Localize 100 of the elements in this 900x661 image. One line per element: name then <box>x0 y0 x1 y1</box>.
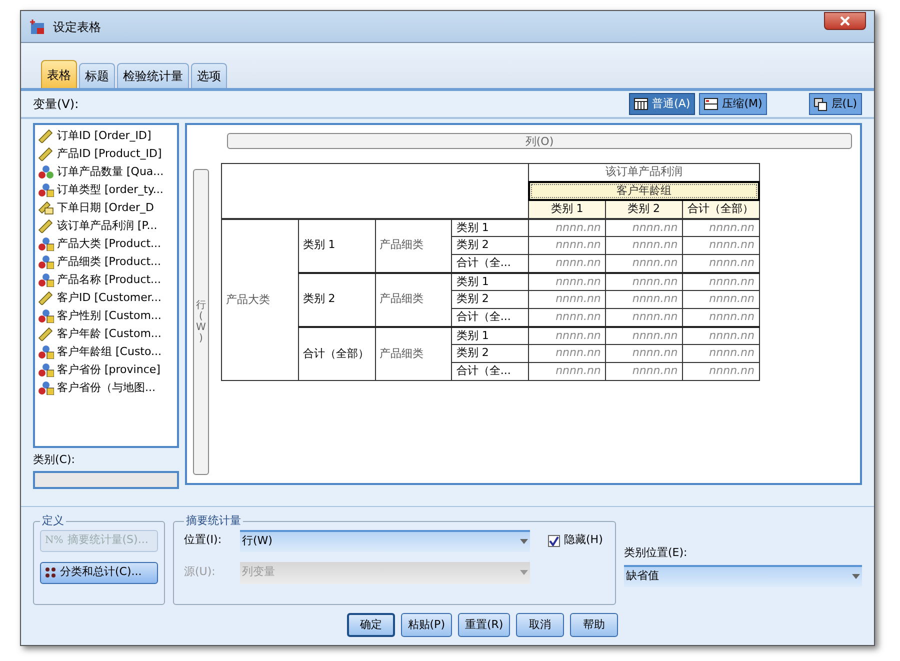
table-cell: nnnn.nn <box>605 344 682 362</box>
dialog-button[interactable]: 粘贴(P) <box>400 613 452 637</box>
table-cell: nnnn.nn <box>605 290 682 308</box>
table-cell: nnnn.nn <box>528 344 606 362</box>
variable-item[interactable]: 客户省份（与地图... <box>35 379 177 397</box>
hide-checkbox[interactable]: 隐藏(H) <box>548 532 603 549</box>
table-cell: nnnn.nn <box>528 272 606 290</box>
tab[interactable]: 检验统计量 <box>117 63 189 88</box>
row-category-cell: 类别 2 <box>452 290 529 308</box>
tab[interactable]: 标题 <box>79 63 115 88</box>
position-dropdown[interactable]: 行(W) <box>240 530 530 552</box>
variable-item[interactable]: 订单ID [Order_ID] <box>35 127 177 145</box>
balls-icon <box>38 165 54 179</box>
ruler-calendar-icon <box>38 201 54 215</box>
n-percent-icon: N% <box>45 533 64 548</box>
balls-icon <box>38 255 54 269</box>
row-category-cell: 类别 1 <box>452 272 529 290</box>
summary-statistics-group-label: 摘要统计量 <box>185 513 242 529</box>
window-title: 设定表格 <box>53 18 101 36</box>
columns-drop-zone[interactable]: 列(O) <box>227 133 852 149</box>
table-cell: nnnn.nn <box>605 326 682 344</box>
table-cell: nnnn.nn <box>528 218 606 236</box>
table-cell: nnnn.nn <box>682 272 759 290</box>
variable-item[interactable]: 下单日期 [Order_D <box>35 199 177 217</box>
position-label: 位置(I): <box>184 532 223 548</box>
row-category-cell: 类别 1 <box>452 218 529 236</box>
tab[interactable]: 表格 <box>41 60 77 88</box>
variables-label: 变量(V): <box>33 96 79 113</box>
category-position-label: 类别位置(E): <box>624 545 688 561</box>
row-subvariable-cell: 产品细类 <box>375 326 452 380</box>
dots-icon <box>45 567 56 578</box>
table-cell: nnnn.nn <box>528 362 606 380</box>
view-mode-button[interactable]: 压缩(M) <box>699 93 768 115</box>
table-cell: nnnn.nn <box>682 290 759 308</box>
column-category-header: 类别 1 <box>528 200 606 218</box>
row-group-cell: 合计（全部） <box>298 326 376 380</box>
row-category-cell: 类别 1 <box>452 326 529 344</box>
column-category-header: 类别 2 <box>605 200 682 218</box>
category-position-dropdown[interactable]: 缺省值 <box>624 564 862 586</box>
variable-item[interactable]: 产品细类 [Product... <box>35 253 177 271</box>
dropdown-arrow-icon <box>852 574 860 579</box>
variable-item[interactable]: 客户年龄组 [Custo... <box>35 343 177 361</box>
table-cell: nnnn.nn <box>682 326 759 344</box>
table-cell: nnnn.nn <box>605 236 682 254</box>
balls-icon <box>38 345 54 359</box>
categories-totals-button[interactable]: 分类和总计(C)... <box>40 562 158 584</box>
compact-table-icon <box>704 98 718 110</box>
balls-icon <box>38 309 54 323</box>
table-cell: nnnn.nn <box>528 326 606 344</box>
variable-item[interactable]: 客户省份 [province] <box>35 361 177 379</box>
variable-item[interactable]: 产品大类 [Product... <box>35 235 177 253</box>
ruler-icon <box>38 147 54 161</box>
table-cell: nnnn.nn <box>682 218 759 236</box>
dialog-button[interactable]: 重置(R) <box>458 613 510 637</box>
balls-icon <box>38 237 54 251</box>
row-category-cell: 类别 2 <box>452 236 529 254</box>
view-mode-button[interactable]: 普通(A) <box>629 93 696 115</box>
table-cell: nnnn.nn <box>528 290 606 308</box>
dialog-button[interactable]: 确定 <box>346 613 395 637</box>
categories-label: 类别(C): <box>33 452 76 468</box>
layers-button[interactable]: 层(L) <box>809 93 862 115</box>
variable-item[interactable]: 客户性别 [Custom... <box>35 307 177 325</box>
variable-item[interactable]: 该订单产品利润 [P... <box>35 217 177 235</box>
close-button[interactable] <box>824 12 866 30</box>
check-icon <box>549 536 559 546</box>
dialog-button[interactable]: 帮助 <box>570 613 618 637</box>
table-cell: nnnn.nn <box>682 236 759 254</box>
balls-icon <box>38 183 54 197</box>
row-category-cell: 合计（全... <box>452 362 529 380</box>
layers-icon <box>814 98 828 110</box>
variable-item[interactable]: 客户年龄 [Custom... <box>35 325 177 343</box>
table-cell: nnnn.nn <box>605 362 682 380</box>
table-app-icon <box>29 18 45 34</box>
balls-icon <box>38 381 54 395</box>
column-group-header[interactable]: 客户年龄组 <box>528 182 759 200</box>
rows-drop-zone[interactable]: 行(W) <box>193 169 209 475</box>
table-cell: nnnn.nn <box>605 272 682 290</box>
table-cell: nnnn.nn <box>605 218 682 236</box>
ruler-icon <box>38 327 54 341</box>
dialog-button[interactable]: 取消 <box>516 613 564 637</box>
tab[interactable]: 选项 <box>191 63 227 88</box>
variable-item[interactable]: 产品名称 [Product... <box>35 271 177 289</box>
ruler-icon <box>38 291 54 305</box>
variable-item[interactable]: 订单类型 [order_ty... <box>35 181 177 199</box>
variable-item[interactable]: 客户ID [Customer... <box>35 289 177 307</box>
checkbox[interactable] <box>548 534 560 546</box>
table-cell: nnnn.nn <box>682 362 759 380</box>
variable-item[interactable]: 订单产品数量 [Qua... <box>35 163 177 181</box>
define-group-label: 定义 <box>41 513 65 529</box>
row-category-cell: 类别 2 <box>452 344 529 362</box>
table-cell: nnnn.nn <box>528 236 606 254</box>
close-icon <box>840 16 850 26</box>
column-category-header: 合计（全部） <box>682 200 759 218</box>
variable-item[interactable]: 产品ID [Product_ID] <box>35 145 177 163</box>
row-variable-cell: 产品大类 <box>222 218 298 380</box>
table-icon <box>634 98 648 110</box>
source-label: 源(U): <box>184 564 216 580</box>
balls-icon <box>38 273 54 287</box>
table-cell: nnnn.nn <box>682 344 759 362</box>
dropdown-arrow-icon <box>520 539 528 544</box>
